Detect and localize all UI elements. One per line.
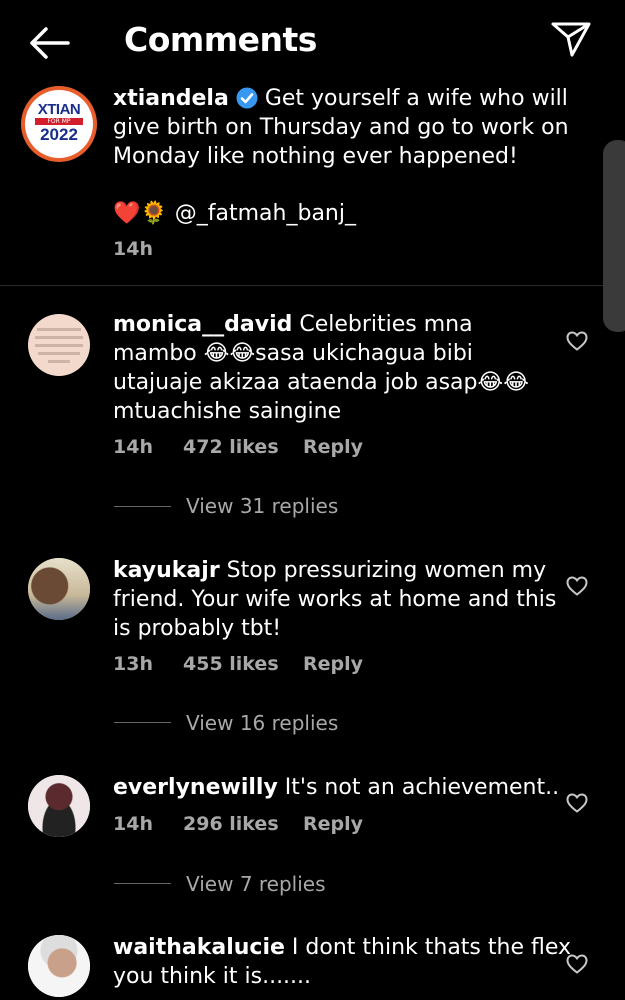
comment-time: 14h	[113, 436, 153, 458]
divider	[114, 722, 171, 723]
reply-button[interactable]: Reply	[303, 813, 363, 835]
divider	[114, 506, 171, 507]
heart-icon[interactable]	[566, 331, 588, 351]
heart-icon[interactable]	[566, 576, 588, 596]
reply-button[interactable]: Reply	[303, 436, 363, 458]
comment-username[interactable]: waithakalucie	[113, 935, 285, 960]
comment-line: everlynewilly It's not an achievement..	[113, 773, 559, 802]
divider	[114, 883, 171, 884]
likes-count[interactable]: 296 likes	[183, 813, 279, 835]
send-icon[interactable]	[550, 20, 592, 58]
comment-line: kayukajr Stop pressurizing women my	[113, 556, 546, 585]
likes-count[interactable]: 472 likes	[183, 436, 279, 458]
avatar[interactable]	[28, 314, 90, 376]
comment-text: It's not an achievement..	[284, 775, 560, 800]
caption-text: Get yourself a wife who will	[264, 86, 568, 111]
caption-avatar[interactable]: XTIAN FOR MP 2022	[21, 86, 97, 162]
comment-username[interactable]: kayukajr	[113, 558, 220, 583]
view-replies-button[interactable]: View 7 replies	[186, 872, 326, 896]
caption-line-2: give birth on Thursday and go to work on	[113, 115, 569, 140]
avatar-logo-subtext: FOR MP	[35, 118, 83, 125]
caption-line-3: Monday like nothing ever happened!	[113, 144, 518, 169]
comment-text: I dont think thats the flex	[291, 935, 572, 960]
view-replies-button[interactable]: View 31 replies	[186, 494, 338, 518]
comment-line: you think it is.......	[113, 964, 312, 989]
comment-line: is probably tbt!	[113, 616, 282, 641]
likes-count[interactable]: 455 likes	[183, 653, 279, 675]
caption-mention[interactable]: ❤️🌻 @_fatmah_banj_	[113, 199, 356, 228]
comment-line: utajuaje akizaa ataenda job asap😂😂	[113, 370, 529, 395]
caption-line-1: xtiandela Get yourself a wife who will	[113, 84, 568, 113]
verified-badge-icon	[236, 87, 258, 109]
comment-line: friend. Your wife works at home and this	[113, 587, 557, 612]
comment-username[interactable]: monica__david	[113, 312, 292, 337]
caption-time: 14h	[113, 238, 153, 260]
comment-time: 13h	[113, 653, 153, 675]
comment-time: 14h	[113, 813, 153, 835]
avatar[interactable]	[28, 558, 90, 620]
heart-icon[interactable]	[566, 954, 588, 974]
avatar-logo-year: 2022	[40, 125, 78, 144]
heart-icon[interactable]	[566, 793, 588, 813]
avatar[interactable]	[28, 935, 90, 997]
avatar-logo-text: XTIAN	[37, 101, 81, 118]
divider	[0, 285, 625, 286]
caption-username[interactable]: xtiandela	[113, 86, 229, 111]
page-title: Comments	[124, 20, 317, 59]
comment-line: mambo 😂😂sasa ukichagua bibi	[113, 341, 473, 366]
comment-text: Stop pressurizing women my	[226, 558, 547, 583]
scrollbar[interactable]	[603, 140, 625, 332]
comment-line: mtuachishe saingine	[113, 399, 342, 424]
reply-button[interactable]: Reply	[303, 653, 363, 675]
comment-username[interactable]: everlynewilly	[113, 775, 278, 800]
back-arrow-icon[interactable]	[28, 26, 70, 60]
comment-text: Celebrities mna	[299, 312, 473, 337]
avatar[interactable]	[28, 775, 90, 837]
comment-line: monica__david Celebrities mna	[113, 310, 473, 339]
comment-line: waithakalucie I dont think thats the fle…	[113, 933, 571, 962]
view-replies-button[interactable]: View 16 replies	[186, 711, 338, 735]
